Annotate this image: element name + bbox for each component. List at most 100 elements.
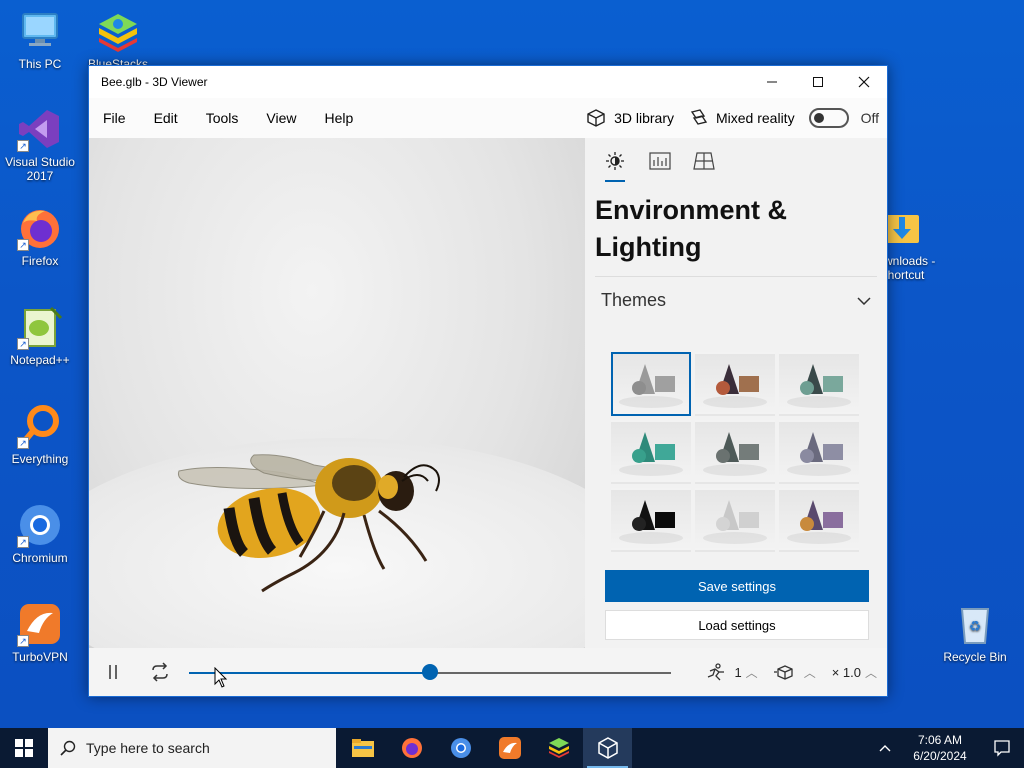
- desktop-icon-chromium[interactable]: ↗ Chromium: [0, 502, 80, 565]
- taskbar-search-box[interactable]: Type here to search: [48, 728, 336, 768]
- notification-icon: [994, 740, 1010, 757]
- tab-grid-views[interactable]: [687, 138, 731, 184]
- reset-cube-icon: [773, 665, 793, 680]
- show-hidden-icons-button[interactable]: [870, 744, 900, 752]
- themes-section-header[interactable]: Themes: [595, 276, 877, 324]
- chevron-up-icon: ︿: [803, 665, 816, 680]
- computer-icon: [17, 8, 63, 54]
- stats-chart-icon: [649, 152, 671, 170]
- taskbar-bluestacks[interactable]: [534, 728, 583, 768]
- theme-thumbnail[interactable]: [695, 488, 775, 552]
- environment-panel: Environment & Lighting Themes Save setti…: [585, 138, 887, 648]
- desktop-icon-recycle-bin[interactable]: ♻ Recycle Bin: [935, 601, 1015, 664]
- start-button[interactable]: [0, 728, 48, 768]
- bluestacks-icon: [548, 738, 569, 758]
- theme-preview-icon: [619, 500, 683, 544]
- theme-thumbnail[interactable]: [695, 352, 775, 416]
- desktop-icon-turbovpn[interactable]: ↗ TurboVPN: [0, 601, 80, 664]
- menu-bar: File Edit Tools View Help 3D library Mix…: [89, 98, 887, 138]
- animation-timeline: 1 ︿ ︿ × 1.0 ︿: [89, 648, 887, 696]
- shortcut-arrow-icon: ↗: [17, 239, 29, 251]
- mixed-reality-toggle[interactable]: [808, 108, 849, 128]
- theme-thumbnail[interactable]: [779, 352, 859, 416]
- firefox-icon: [401, 738, 422, 758]
- animation-index: 1: [734, 664, 742, 680]
- chevron-up-icon: ︿: [864, 665, 877, 680]
- notifications-button[interactable]: [980, 739, 1024, 757]
- bluestacks-icon: [95, 8, 141, 54]
- taskbar-clock[interactable]: 7:06 AM 6/20/2024: [900, 732, 980, 764]
- theme-thumbnail[interactable]: [611, 488, 691, 552]
- save-settings-button[interactable]: Save settings: [605, 570, 869, 602]
- timeline-thumb[interactable]: [422, 664, 438, 680]
- animation-selector[interactable]: 1 ︿: [704, 663, 758, 681]
- theme-preview-icon: [787, 500, 851, 544]
- taskbar-turbovpn[interactable]: [485, 728, 534, 768]
- mouse-cursor-icon: [214, 667, 228, 688]
- reset-view-selector[interactable]: ︿: [773, 663, 816, 681]
- taskbar-3d-viewer[interactable]: [583, 728, 632, 768]
- search-placeholder: Type here to search: [86, 740, 210, 756]
- theme-preview-icon: [703, 432, 767, 476]
- menu-edit[interactable]: Edit: [154, 110, 178, 126]
- desktop-icon-this-pc[interactable]: This PC: [0, 8, 80, 71]
- turbovpn-icon: ↗: [17, 601, 63, 647]
- desktop-icon-bluestacks[interactable]: BlueStacks: [78, 8, 158, 71]
- menu-help[interactable]: Help: [324, 110, 353, 126]
- themes-grid: [611, 352, 877, 552]
- 3d-viewport[interactable]: [89, 138, 585, 648]
- menu-tools[interactable]: Tools: [206, 110, 239, 126]
- svg-text:♻: ♻: [969, 619, 982, 635]
- theme-thumbnail[interactable]: [611, 352, 691, 416]
- chevron-up-icon: [879, 745, 891, 752]
- desktop-icon-label: Recycle Bin: [943, 650, 1007, 664]
- tab-stats-shading[interactable]: [643, 138, 687, 184]
- taskbar-apps: [338, 728, 632, 768]
- everything-search-icon: ↗: [17, 403, 63, 449]
- grid-icon: [693, 152, 715, 170]
- menu-file[interactable]: File: [103, 110, 126, 126]
- mixed-reality-control[interactable]: Mixed reality: [688, 108, 795, 128]
- timeline-controls: 1 ︿ ︿ × 1.0 ︿: [688, 648, 877, 696]
- minimize-button[interactable]: [749, 66, 795, 98]
- running-figure-icon: [708, 663, 725, 681]
- desktop-icon-label: Chromium: [12, 551, 68, 565]
- sun-icon: [606, 152, 624, 170]
- tab-environment-lighting[interactable]: [599, 138, 643, 184]
- chromium-icon: ↗: [17, 502, 63, 548]
- maximize-button[interactable]: [795, 66, 841, 98]
- timeline-slider[interactable]: [189, 664, 671, 680]
- desktop-icon-label: This PC: [18, 57, 62, 71]
- turbovpn-icon: [498, 737, 521, 759]
- theme-thumbnail[interactable]: [779, 420, 859, 484]
- desktop-icon-visual-studio[interactable]: ↗ Visual Studio 2017: [0, 106, 80, 183]
- mixed-reality-label: Mixed reality: [715, 110, 795, 126]
- taskbar-chromium[interactable]: [436, 728, 485, 768]
- desktop-icon-label: TurboVPN: [12, 650, 68, 664]
- menu-view[interactable]: View: [266, 110, 296, 126]
- theme-preview-icon: [619, 432, 683, 476]
- taskbar-file-explorer[interactable]: [338, 728, 387, 768]
- theme-thumbnail[interactable]: [695, 420, 775, 484]
- theme-preview-icon: [703, 364, 767, 408]
- desktop-icon-firefox[interactable]: ↗ Firefox: [0, 205, 80, 268]
- 3d-library-button[interactable]: 3D library: [586, 108, 674, 128]
- desktop-icon-everything[interactable]: ↗ Everything: [0, 403, 80, 466]
- shortcut-arrow-icon: ↗: [17, 140, 29, 152]
- taskbar: Type here to search 7:06 AM 6/20/2024: [0, 728, 1024, 768]
- theme-thumbnail[interactable]: [611, 420, 691, 484]
- pause-button[interactable]: [105, 662, 121, 687]
- load-settings-button[interactable]: Load settings: [605, 610, 869, 640]
- theme-thumbnail[interactable]: [779, 488, 859, 552]
- desktop-icon-notepad-plus[interactable]: ↗ Notepad++: [0, 304, 80, 367]
- title-bar[interactable]: Bee.glb - 3D Viewer: [89, 66, 887, 98]
- theme-preview-icon: [619, 364, 683, 408]
- desktop-icon-label: Everything: [11, 452, 69, 466]
- system-tray: 7:06 AM 6/20/2024: [870, 728, 1024, 768]
- close-button[interactable]: [841, 66, 887, 98]
- speed-selector[interactable]: × 1.0 ︿: [832, 664, 877, 681]
- mixed-reality-icon: [690, 109, 708, 125]
- loop-button[interactable]: [149, 662, 171, 687]
- taskbar-firefox[interactable]: [387, 728, 436, 768]
- chromium-icon: [450, 738, 471, 758]
